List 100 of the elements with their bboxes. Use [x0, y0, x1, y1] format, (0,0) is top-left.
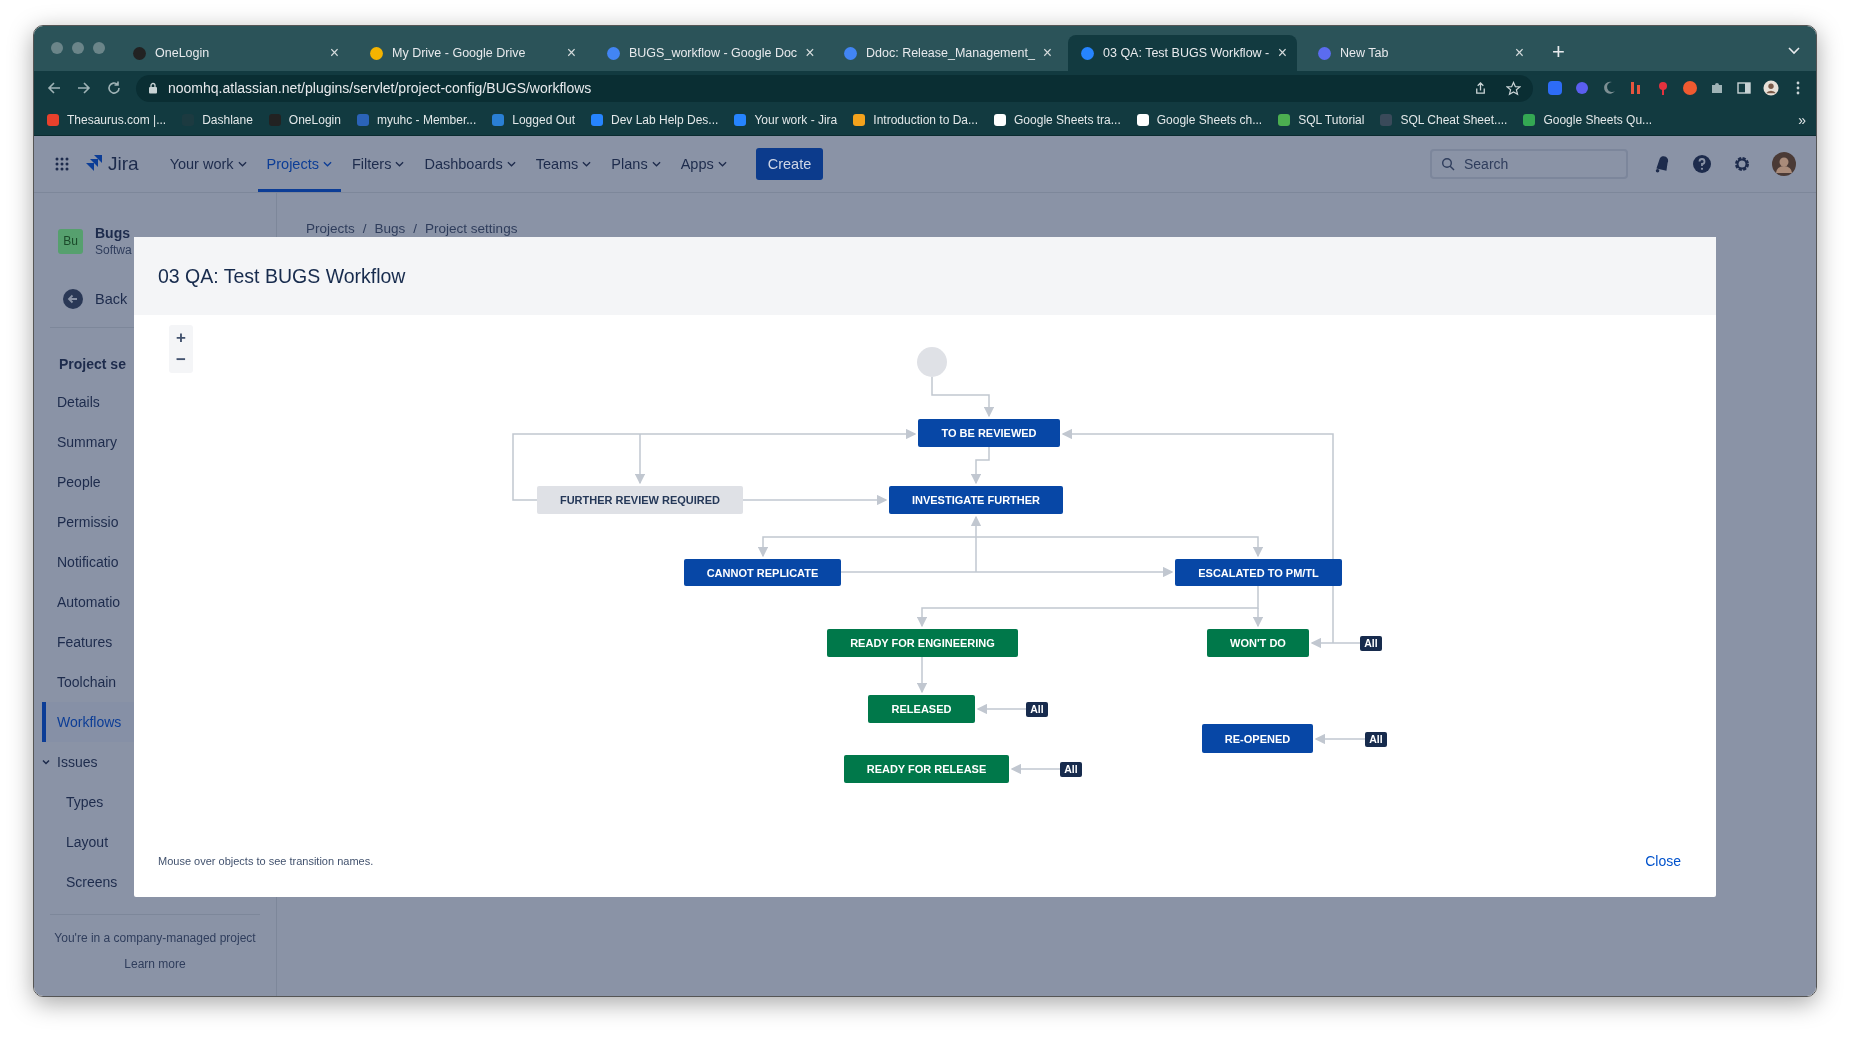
close-link[interactable]: Close [1645, 853, 1681, 869]
status-node[interactable]: RE-OPENED [1202, 724, 1313, 753]
search-field[interactable]: Search [1430, 149, 1628, 179]
browser-tab[interactable]: New Tab × [1305, 35, 1534, 71]
bookmark[interactable]: Your work - Jira [733, 113, 838, 127]
close-tab-button[interactable]: × [329, 44, 339, 62]
new-tab-button[interactable]: + [1542, 39, 1565, 71]
chevron-down-icon [717, 161, 727, 167]
nav-menu[interactable]: Dashboards [415, 136, 525, 192]
status-node[interactable]: WON'T DO [1207, 629, 1309, 657]
nav-menu[interactable]: Filters [342, 136, 414, 192]
project-type: Softwa [95, 243, 132, 257]
chevron-down-icon [582, 161, 592, 167]
forward-arrow-icon[interactable] [76, 80, 92, 96]
status-node[interactable]: READY FOR ENGINEERING [827, 629, 1018, 657]
status-node[interactable]: READY FOR RELEASE [844, 755, 1009, 783]
transition-arrow [916, 656, 928, 694]
address-bar[interactable]: noomhq.atlassian.net/plugins/servlet/project-config/BUGS/workflows [136, 74, 1533, 102]
app-switcher-icon[interactable] [54, 156, 70, 172]
back-arrow-icon[interactable] [46, 80, 62, 96]
reload-icon[interactable] [106, 80, 122, 96]
breadcrumb-separator: / [362, 221, 367, 236]
more-bookmarks-button[interactable]: » [1798, 112, 1806, 128]
breadcrumb-link[interactable]: Bugs [374, 221, 406, 236]
profile-avatar-icon[interactable] [1763, 80, 1779, 96]
close-tab-button[interactable]: × [1277, 44, 1287, 62]
sidebar-item[interactable]: Issues [34, 742, 236, 782]
zoom-in-button[interactable]: + [176, 327, 186, 349]
browser-tab[interactable]: 03 QA: Test BUGS Workflow - × [1068, 35, 1297, 71]
bookmark[interactable]: Google Sheets ch... [1135, 113, 1263, 127]
status-node[interactable]: ESCALATED TO PM/TL [1175, 559, 1342, 586]
global-transition-badge: All [1360, 636, 1382, 651]
browser-tab[interactable]: My Drive - Google Drive × [357, 35, 586, 71]
breadcrumb-link[interactable]: Project settings [425, 221, 518, 236]
breadcrumb-separator: / [413, 221, 418, 236]
extension-icon[interactable] [1574, 80, 1590, 96]
bookmark[interactable]: Introduction to Da... [852, 113, 979, 127]
section-heading: Project se [59, 356, 126, 372]
bookmark[interactable]: SQL Tutorial [1277, 113, 1365, 127]
back-link[interactable]: Back [34, 289, 128, 309]
breadcrumb-link[interactable]: Projects [306, 221, 355, 236]
status-node[interactable]: TO BE REVIEWED [918, 419, 1060, 447]
status-node[interactable]: RELEASED [868, 695, 975, 723]
close-tab-button[interactable]: × [1042, 44, 1053, 62]
extension-icon[interactable] [1547, 80, 1563, 96]
chevron-down-icon [322, 161, 332, 167]
share-icon[interactable] [1473, 80, 1488, 96]
status-node[interactable]: INVESTIGATE FURTHER [889, 486, 1063, 514]
settings-icon[interactable] [1732, 154, 1752, 174]
star-icon[interactable] [1506, 80, 1521, 96]
create-button[interactable]: Create [755, 148, 824, 180]
zoom-out-button[interactable]: − [176, 349, 186, 371]
nav-menu[interactable]: Your work [160, 136, 256, 192]
chevron-icon [41, 757, 51, 767]
browser-tab[interactable]: Ddoc: Release_Management_ × [831, 35, 1060, 71]
dialog-title: 03 QA: Test BUGS Workflow [158, 264, 406, 288]
chevron-down-icon [237, 161, 247, 167]
start-node [917, 347, 947, 377]
bookmark[interactable]: Logged Out [491, 113, 575, 127]
bookmark[interactable]: OneLogin [267, 113, 341, 127]
chevron-down-icon [395, 161, 405, 167]
chevron-down-icon[interactable] [1788, 47, 1800, 55]
bookmark[interactable]: Dev Lab Help Des... [590, 113, 719, 127]
transition-arrow [931, 376, 995, 418]
browser-tab[interactable]: OneLogin × [120, 35, 349, 71]
global-transition-badge: All [1026, 702, 1048, 717]
project-avatar: Bu [58, 228, 83, 254]
sidebar-icon[interactable] [1736, 80, 1752, 96]
help-icon[interactable] [1692, 154, 1712, 174]
extension-icon[interactable] [1601, 80, 1617, 96]
browser-tab[interactable]: BUGS_workflow - Google Doc × [594, 35, 823, 71]
close-tab-button[interactable]: × [566, 44, 576, 62]
bookmark[interactable]: SQL Cheat Sheet.... [1379, 113, 1508, 127]
transition-arrow [1010, 763, 1061, 775]
transition-arrow [1314, 733, 1366, 745]
close-tab-button[interactable]: × [805, 44, 815, 62]
learn-more-link[interactable]: Learn more [124, 957, 186, 971]
search-icon [1441, 157, 1455, 171]
nav-menu[interactable]: Apps [671, 136, 736, 192]
product-name[interactable]: Jira [108, 153, 139, 175]
close-tab-button[interactable]: × [1514, 44, 1524, 62]
lock-icon [148, 82, 158, 94]
hint-text: Mouse over objects to see transition names. [158, 855, 374, 867]
bookmark[interactable]: Dashlane [181, 113, 253, 127]
project-note: You're in a company-managed project [53, 931, 257, 945]
transition-arrow [970, 446, 990, 485]
bookmark[interactable]: Thesaurus.com |... [46, 113, 167, 127]
extension-icon[interactable] [1682, 80, 1698, 96]
status-node[interactable]: CANNOT REPLICATE [684, 559, 841, 586]
nav-menu[interactable]: Plans [602, 136, 670, 192]
chevron-down-icon [506, 161, 516, 167]
user-avatar-icon[interactable] [1772, 152, 1796, 176]
nav-menu[interactable]: Teams [526, 136, 601, 192]
global-transition-badge: All [1060, 762, 1082, 777]
bookmark[interactable]: Google Sheets tra... [993, 113, 1121, 127]
bookmark[interactable]: myuhc - Member... [355, 113, 477, 127]
project-name: Bugs [95, 225, 131, 241]
status-node[interactable]: FURTHER REVIEW REQUIRED [537, 486, 743, 514]
bookmark[interactable]: Google Sheets Qu... [1522, 113, 1653, 127]
transition-arrow [976, 703, 1027, 715]
